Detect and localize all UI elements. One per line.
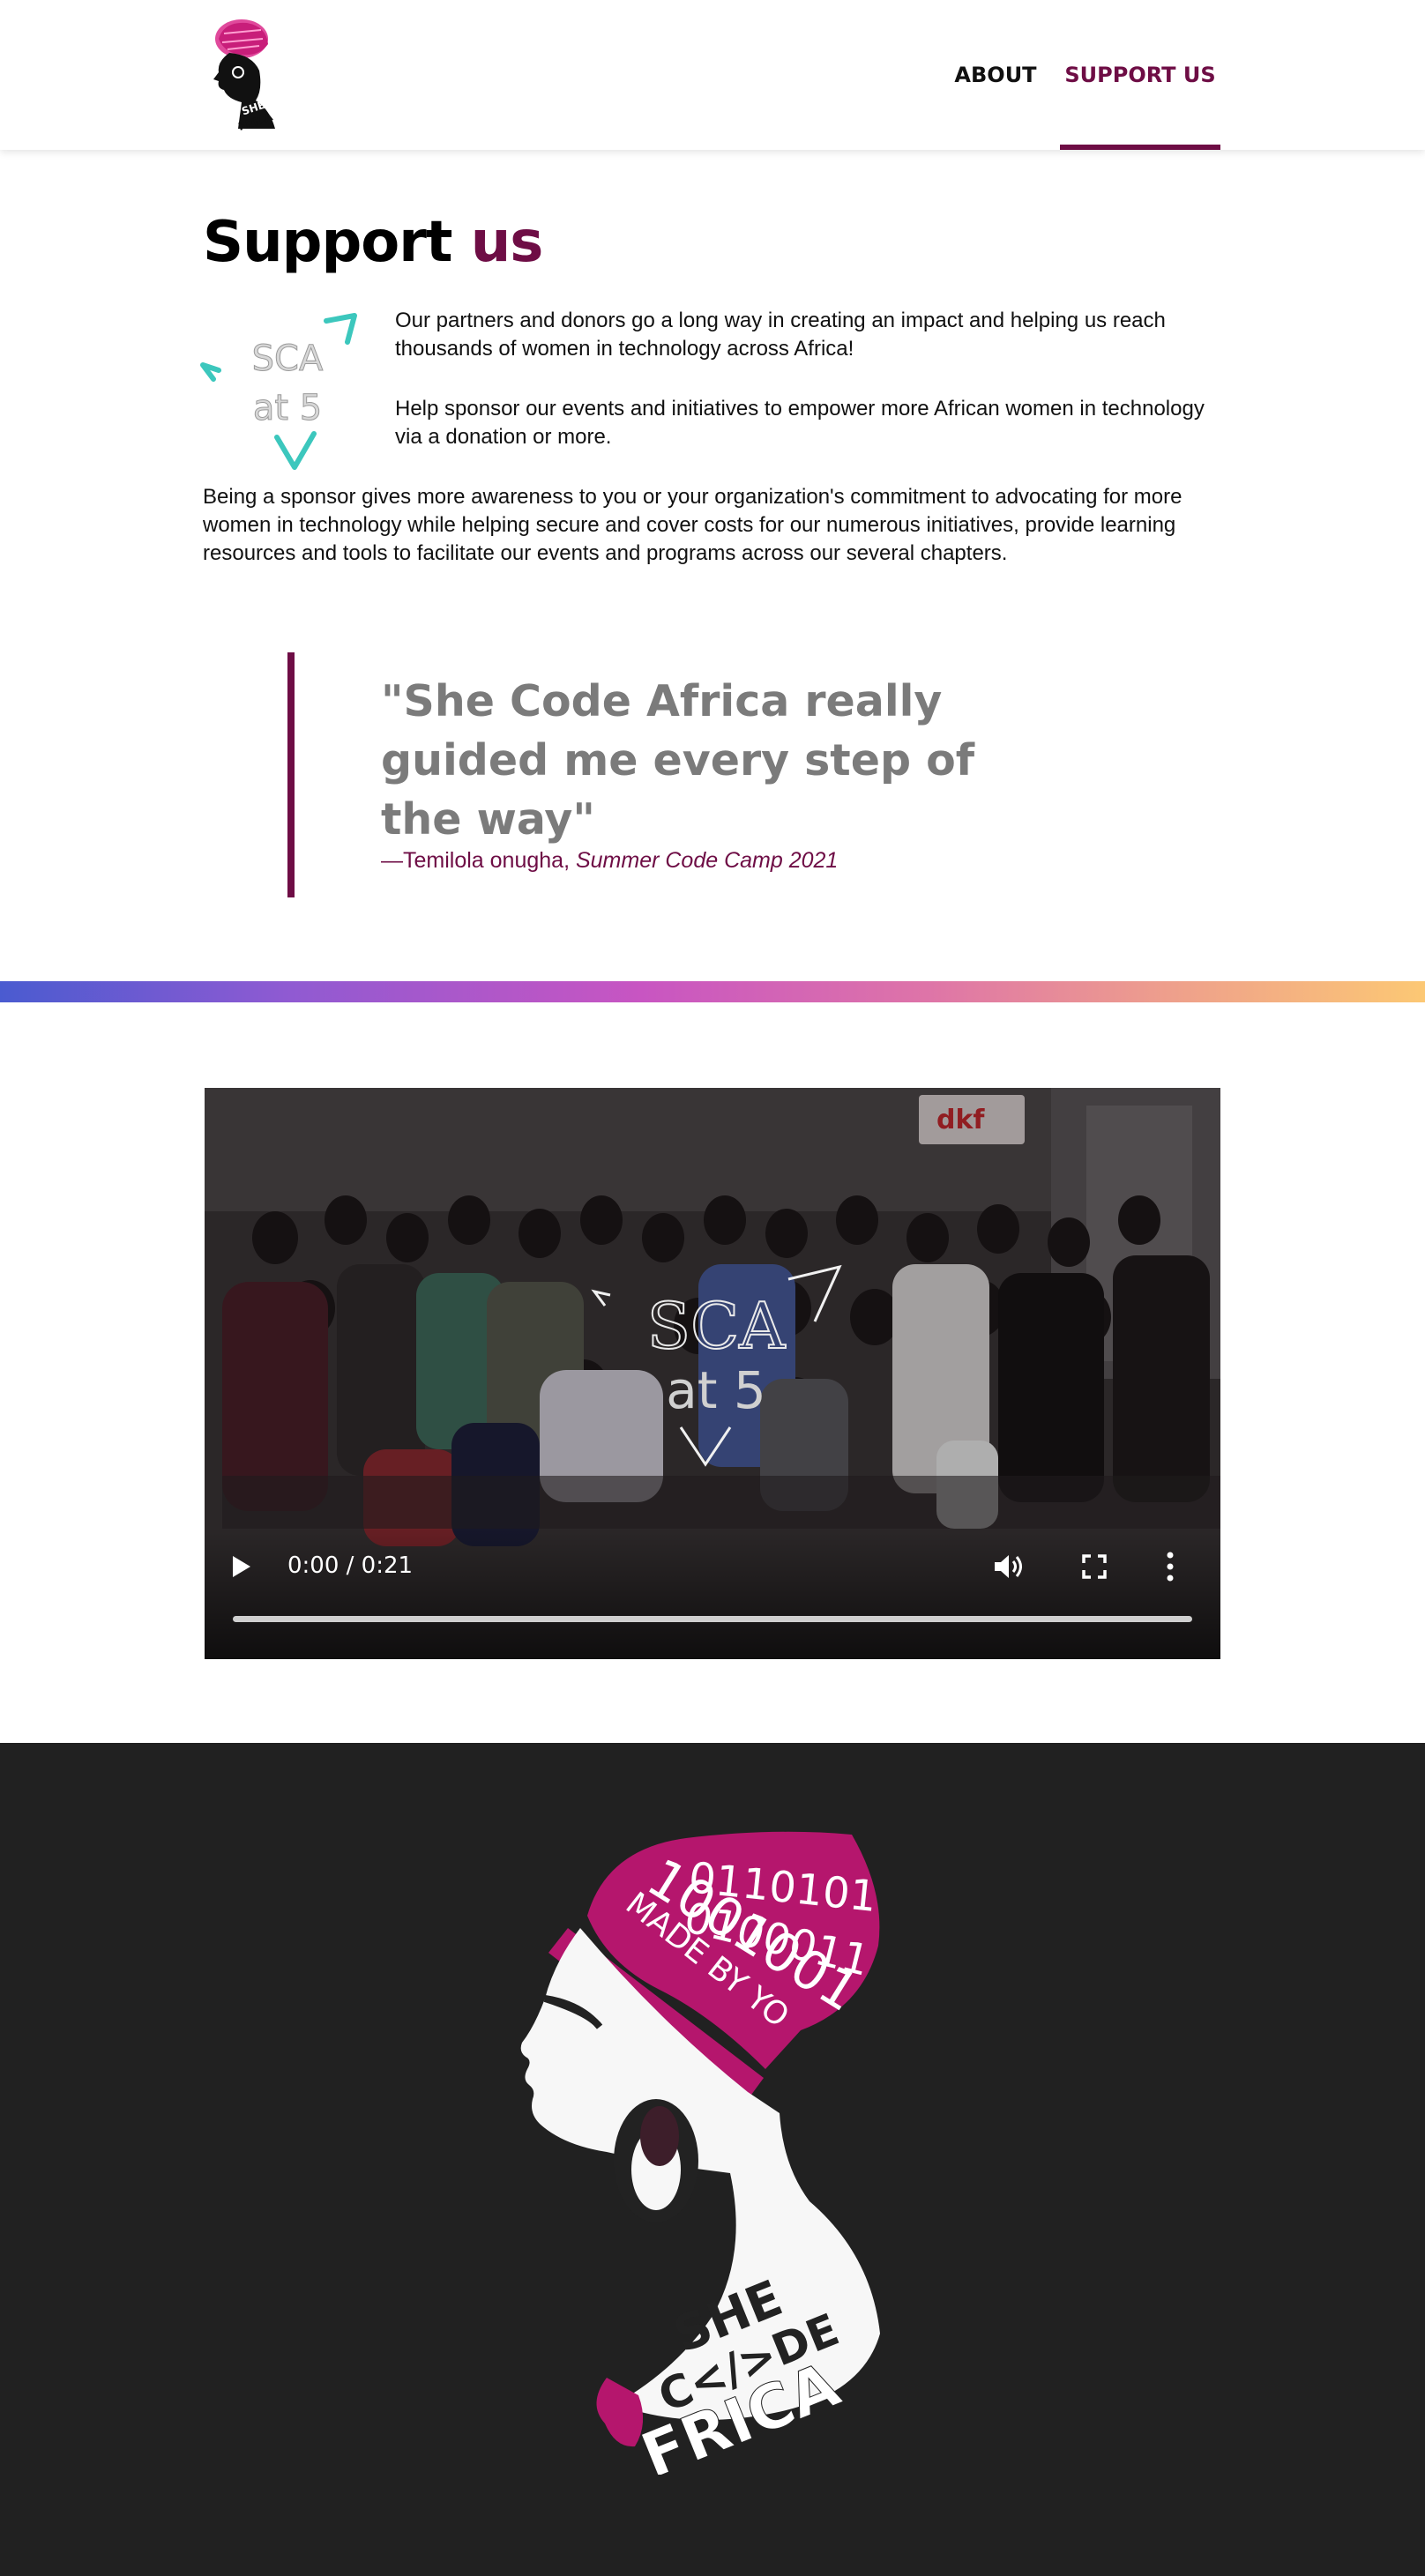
page-title: Support us (203, 210, 544, 275)
video-overlay-line1: SCA (647, 1289, 786, 1363)
testimonial-author: —Temilola onugha, (381, 848, 576, 873)
more-vert-icon[interactable] (1164, 1550, 1176, 1583)
video-player[interactable]: dkf SCA at 5 0:00 / 0:21 (205, 1088, 1220, 1659)
nav-about-link[interactable]: ABOUT (952, 0, 1039, 150)
video-time: 0:00 / 0:21 (287, 1552, 414, 1579)
badge-line2: at 5 (253, 388, 322, 428)
testimonial-citation: —Temilola onugha, Summer Code Camp 2021 (381, 848, 838, 874)
site-header: SHE FRICA ABOUT SUPPORT US (0, 0, 1425, 150)
video-sca-at-5-overlay: SCA at 5 (591, 1264, 842, 1467)
site-footer: 0110101 0100011 1001001 MADE BY YO SHE C… (0, 1743, 1425, 2576)
site-logo[interactable]: SHE FRICA (198, 18, 286, 132)
volume-icon[interactable] (993, 1552, 1025, 1582)
play-icon[interactable] (228, 1553, 254, 1580)
badge-line1: SCA (252, 339, 324, 379)
testimonial-quote: "She Code Africa really guided me every … (381, 676, 975, 845)
video-controls-bar (205, 1527, 1220, 1659)
page-title-accent: us (470, 210, 544, 275)
badge-bottom-arrow (274, 431, 317, 470)
video-progress-bar[interactable] (233, 1616, 1192, 1622)
gradient-divider (0, 981, 1425, 1002)
intro-paragraph-sponsor: Help sponsor our events and initiatives … (395, 397, 1205, 449)
badge-top-arrow (324, 313, 357, 345)
footer-logo: 0110101 0100011 1001001 MADE BY YO SHE C… (520, 1831, 880, 2475)
quote-accent-bar (287, 652, 295, 897)
page-title-main: Support (203, 210, 452, 275)
main-nav: ABOUT SUPPORT US (952, 0, 1220, 150)
video-overlay-line2: at 5 (666, 1360, 766, 1420)
fullscreen-icon[interactable] (1081, 1553, 1108, 1580)
badge-left-arrow (200, 362, 221, 382)
sca-at-5-badge: SCA at 5 (200, 313, 357, 470)
intro-paragraph-benefits: Being a sponsor gives more awareness to … (203, 485, 1183, 565)
nav-support-us-link[interactable]: SUPPORT US (1060, 0, 1220, 150)
intro-paragraph-partners: Our partners and donors go a long way in… (395, 309, 1166, 361)
testimonial-source: Summer Code Camp 2021 (575, 848, 839, 873)
